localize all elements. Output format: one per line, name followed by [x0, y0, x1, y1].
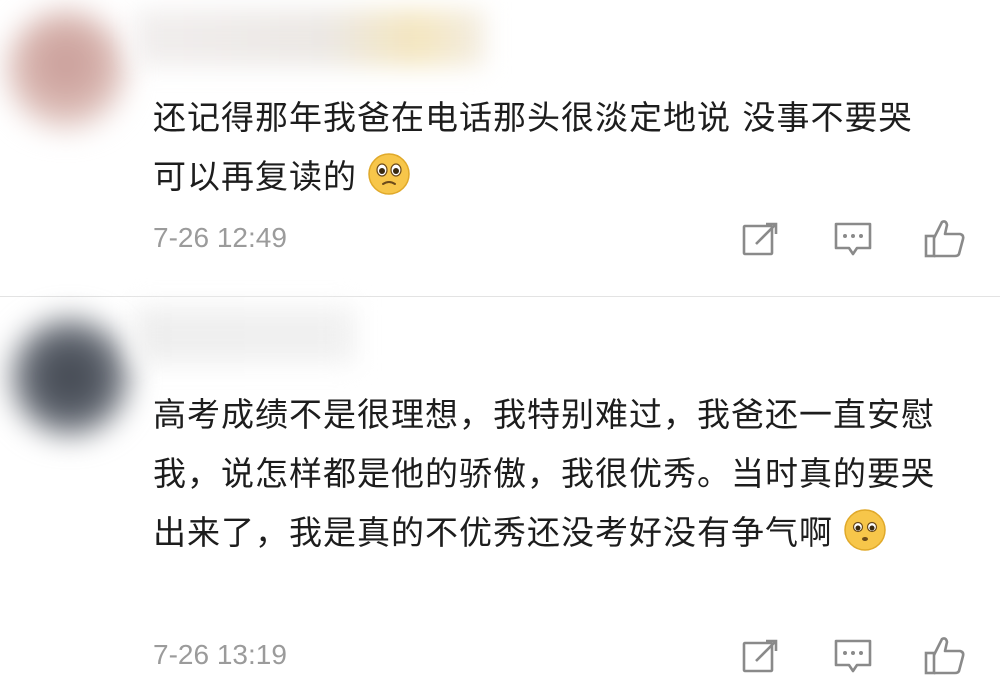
comment-text: 还记得那年我爸在电话那头很淡定地说 没事不要哭 可以再复读的: [153, 88, 953, 206]
comment-text-content: 高考成绩不是很理想，我特别难过，我爸还一直安慰我，说怎样都是他的骄傲，我很优秀。…: [153, 395, 935, 552]
pleading-face-icon: [844, 509, 886, 551]
comment-item: 高考成绩不是很理想，我特别难过，我爸还一直安慰我，说怎样都是他的骄傲，我很优秀。…: [0, 297, 1000, 700]
share-icon[interactable]: [738, 216, 784, 262]
share-icon[interactable]: [738, 633, 784, 679]
comment-actions: [738, 633, 968, 679]
comment-icon[interactable]: [830, 216, 876, 262]
comment-text: 高考成绩不是很理想，我特别难过，我爸还一直安慰我，说怎样都是他的骄傲，我很优秀。…: [153, 385, 953, 562]
comment-list: 还记得那年我爸在电话那头很淡定地说 没事不要哭 可以再复读的 7-26 12:4…: [0, 0, 1000, 700]
avatar[interactable]: [10, 317, 130, 437]
comment-text-content: 还记得那年我爸在电话那头很淡定地说 没事不要哭 可以再复读的: [153, 98, 913, 196]
thumbs-up-icon[interactable]: [922, 633, 968, 679]
comment-timestamp: 7-26 12:49: [153, 222, 287, 253]
thumbs-up-icon[interactable]: [922, 216, 968, 262]
comment-icon[interactable]: [830, 633, 876, 679]
comment-item: 还记得那年我爸在电话那头很淡定地说 没事不要哭 可以再复读的 7-26 12:4…: [0, 0, 1000, 296]
username-blurred[interactable]: [135, 307, 355, 363]
avatar[interactable]: [6, 10, 126, 130]
comment-actions: [738, 216, 968, 262]
username-blurred[interactable]: [135, 10, 485, 66]
comment-timestamp: 7-26 13:19: [153, 639, 287, 670]
pleading-face-icon: [368, 153, 410, 195]
